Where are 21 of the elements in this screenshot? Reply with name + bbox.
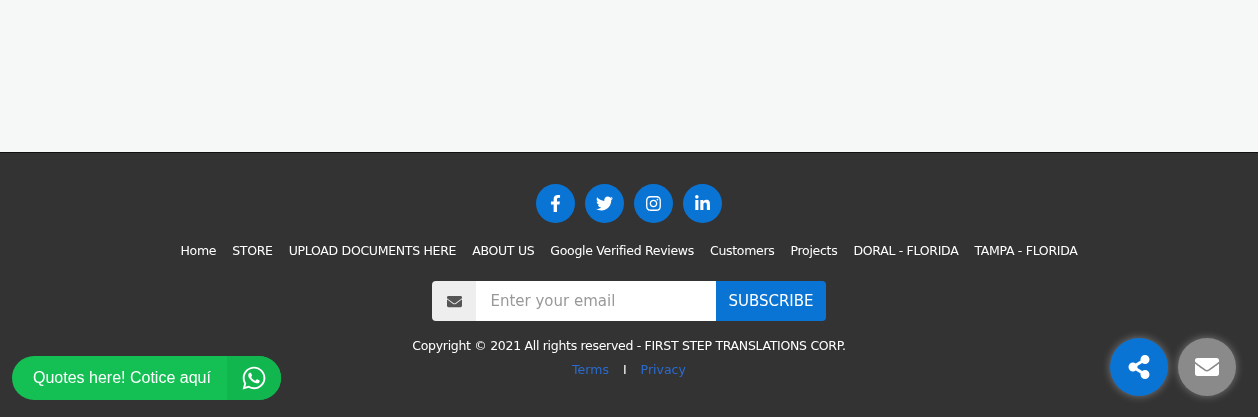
separator: I xyxy=(622,362,627,377)
facebook-icon[interactable] xyxy=(536,184,575,223)
whatsapp-icon xyxy=(226,356,281,400)
envelope-icon xyxy=(1195,355,1219,379)
email-field[interactable]: Enter your email xyxy=(476,281,717,321)
nav-link[interactable]: ABOUT US xyxy=(472,243,535,258)
subscribe-button[interactable]: SUBSCRIBE xyxy=(716,281,826,321)
twitter-icon[interactable] xyxy=(585,184,624,223)
nav-link[interactable]: Home xyxy=(180,243,217,258)
linkedin-icon[interactable] xyxy=(683,184,722,223)
nav-link[interactable]: Projects xyxy=(790,243,838,258)
nav-link[interactable]: Google Verified Reviews xyxy=(550,243,694,258)
copyright-text: Copyright © 2021 All rights reserved - FIRST STEP TRANSLATIONS CORP. xyxy=(412,338,846,353)
nav-link[interactable]: TAMPA - FLORIDA xyxy=(974,243,1078,258)
nav-link[interactable]: STORE xyxy=(232,243,273,258)
nav-link[interactable]: DORAL - FLORIDA xyxy=(853,243,959,258)
nav-link[interactable]: UPLOAD DOCUMENTS HERE xyxy=(288,243,457,258)
envelope-icon xyxy=(432,281,477,321)
nav-link[interactable]: Customers xyxy=(710,243,775,258)
share-icon xyxy=(1127,355,1151,379)
instagram-icon[interactable] xyxy=(634,184,673,223)
